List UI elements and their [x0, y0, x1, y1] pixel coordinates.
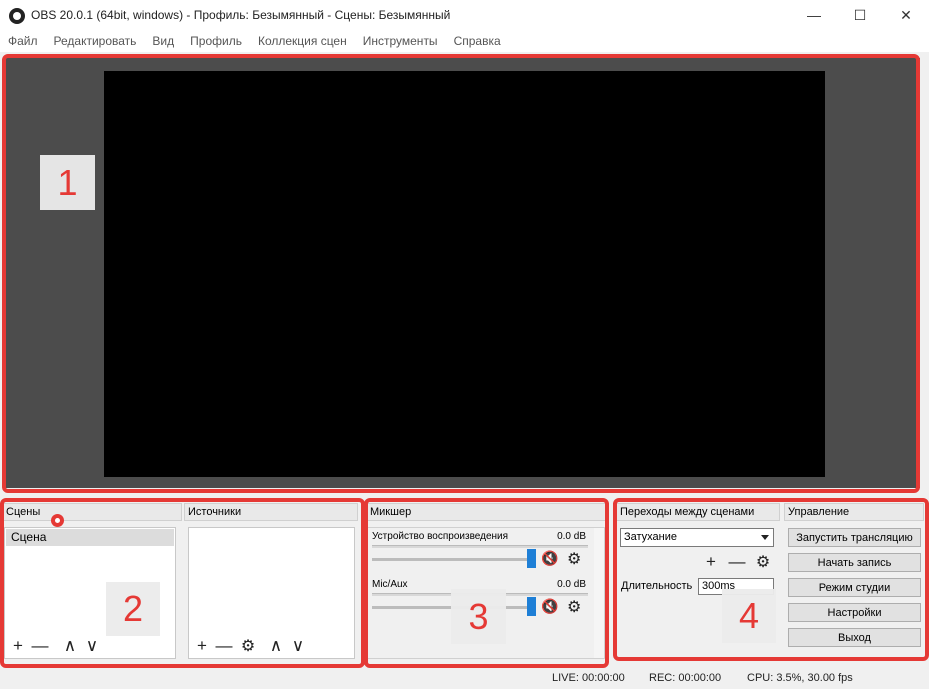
- obs-logo-icon: [9, 8, 25, 24]
- menu-tools[interactable]: Инструменты: [355, 34, 446, 48]
- annotation-number-3: 3: [451, 589, 506, 644]
- close-button[interactable]: ✕: [883, 0, 929, 30]
- status-live: LIVE: 00:00:00: [552, 672, 625, 684]
- annotation-number-2: 2: [106, 582, 160, 636]
- status-rec: REC: 00:00:00: [649, 672, 722, 684]
- window-title: OBS 20.0.1 (64bit, windows) - Профиль: Б…: [31, 8, 451, 22]
- annotation-dot-center: [55, 518, 60, 523]
- menu-bar: Файл Редактировать Вид Профиль Коллекция…: [0, 30, 929, 52]
- menu-help[interactable]: Справка: [446, 34, 509, 48]
- annotation-box-preview: [2, 54, 920, 493]
- annotation-number-1: 1: [40, 155, 95, 210]
- title-bar: OBS 20.0.1 (64bit, windows) - Профиль: Б…: [0, 0, 929, 30]
- menu-view[interactable]: Вид: [144, 34, 182, 48]
- menu-scene-collection[interactable]: Коллекция сцен: [250, 34, 355, 48]
- minimize-button[interactable]: —: [791, 0, 837, 30]
- menu-profile[interactable]: Профиль: [182, 34, 250, 48]
- menu-edit[interactable]: Редактировать: [46, 34, 145, 48]
- menu-file[interactable]: Файл: [0, 34, 46, 48]
- status-cpu: CPU: 3.5%, 30.00 fps: [747, 672, 853, 684]
- annotation-dot: [51, 514, 64, 527]
- annotation-number-4: 4: [722, 589, 776, 643]
- maximize-button[interactable]: ☐: [837, 0, 883, 30]
